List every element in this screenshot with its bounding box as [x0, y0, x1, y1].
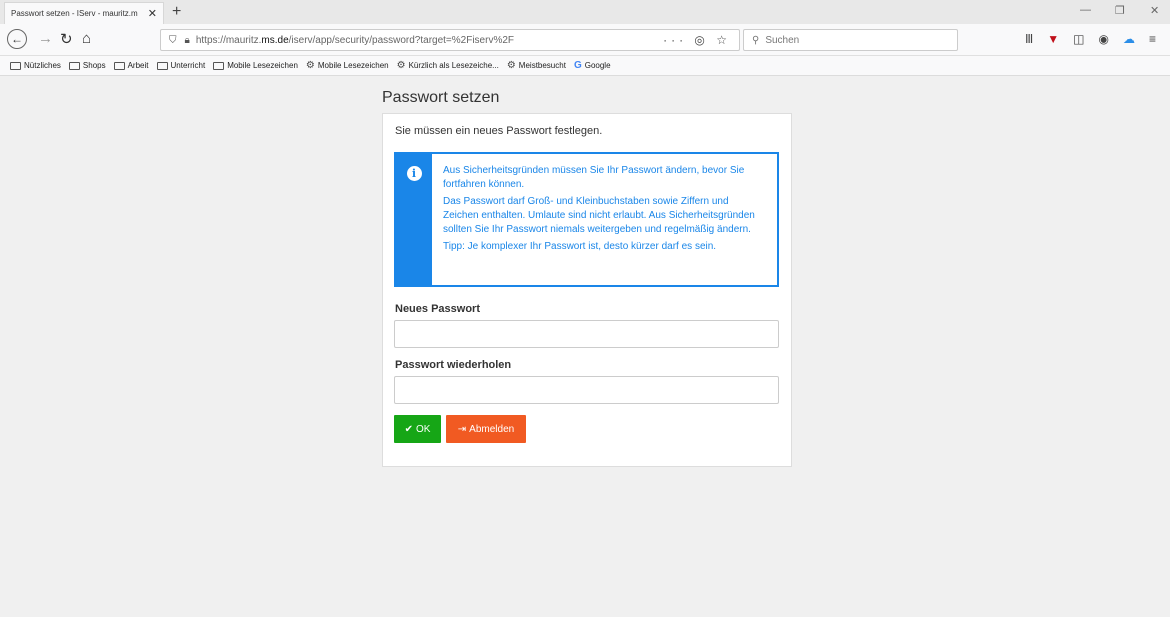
menu-icon[interactable]: ≡ — [1149, 32, 1156, 46]
alert-sidebar: i — [396, 154, 432, 285]
reload-button[interactable]: ↻ — [60, 30, 73, 48]
bookmark-nuetzliches[interactable]: Nützliches — [10, 61, 61, 70]
url-host: https://mauritz. — [195, 34, 262, 46]
close-tab-icon[interactable]: ✕ — [148, 7, 157, 20]
bookmark-label: Shops — [82, 61, 106, 70]
url-domain: ms.de — [261, 34, 289, 46]
bookmark-label: Arbeit — [127, 61, 149, 70]
restore-icon[interactable]: ❐ — [1115, 4, 1125, 17]
search-placeholder: Suchen — [765, 34, 800, 46]
repeat-password-label: Passwort wiederholen — [395, 359, 512, 371]
google-icon: G — [573, 60, 582, 71]
logout-label: Abmelden — [469, 423, 515, 435]
bookmark-shops[interactable]: Shops — [68, 61, 106, 70]
home-button[interactable]: ⌂ — [82, 30, 91, 47]
browser-tab[interactable]: Passwort setzen - IServ - mauritz.m ✕ — [4, 2, 164, 24]
checkmark-icon: ✔ — [404, 423, 413, 435]
cloud-icon[interactable]: ☁ — [1123, 32, 1135, 46]
folder-icon — [68, 61, 80, 70]
close-window-icon[interactable]: ✕ — [1150, 4, 1159, 17]
bookmark-arbeit[interactable]: Arbeit — [113, 61, 149, 70]
new-password-label: Neues Passwort — [395, 303, 480, 315]
alert-text-2: Das Passwort darf Groß- und Kleinbuchsta… — [443, 196, 755, 235]
ublock-icon[interactable]: ▼ — [1047, 32, 1059, 46]
bookmark-label: Google — [584, 61, 611, 70]
url-bar[interactable]: ⛉ 🔒︎ https://mauritz. ms.de/iserv/app/sec… — [160, 29, 740, 51]
alert-body: Aus Sicherheitsgründen müssen Sie Ihr Pa… — [432, 154, 777, 285]
password-card: Sie müssen ein neues Passwort festlegen.… — [382, 113, 792, 467]
tab-bar: Passwort setzen - IServ - mauritz.m ✕ + … — [0, 0, 1170, 24]
minimize-icon[interactable]: — — [1080, 4, 1091, 16]
lead-text: Sie müssen ein neues Passwort festlegen. — [395, 125, 603, 137]
ok-button[interactable]: ✔ OK — [394, 415, 441, 443]
library-icon[interactable]: Ⅲ — [1025, 32, 1033, 46]
bookmark-google[interactable]: G Google — [574, 60, 611, 71]
folder-icon — [10, 61, 21, 70]
bookmark-label: Nützliches — [24, 61, 61, 70]
navigation-bar: ← → ↻ ⌂ ⛉ 🔒︎ https://mauritz. ms.de/iserv… — [0, 24, 1170, 56]
folder-icon — [213, 61, 225, 70]
new-password-field[interactable] — [394, 320, 779, 348]
sign-out-icon: ⇥ — [457, 423, 467, 435]
url-path: /iserv/app/security/password?target=%2Fi… — [288, 34, 515, 46]
forward-button[interactable]: → — [38, 30, 53, 47]
bookmark-unterricht[interactable]: Unterricht — [156, 61, 206, 70]
gear-icon: ⚙ — [396, 60, 406, 71]
bookmark-most-visited[interactable]: ⚙ Meistbesucht — [507, 60, 566, 71]
bookmark-label: Mobile Lesezeichen — [227, 61, 298, 70]
info-alert: i Aus Sicherheitsgründen müssen Sie Ihr … — [394, 152, 779, 287]
gear-icon: ⚙ — [305, 60, 315, 71]
ok-label: OK — [415, 423, 431, 435]
account-icon[interactable]: ◉ — [1099, 32, 1109, 46]
lock-icon[interactable]: 🔒︎ — [185, 35, 190, 46]
sidebar-icon[interactable]: ◫ — [1073, 32, 1084, 46]
folder-icon — [156, 61, 168, 70]
logout-button[interactable]: ⇥ Abmelden — [446, 415, 526, 443]
bookmark-mobile[interactable]: ⚙ Mobile Lesezeichen — [306, 60, 389, 71]
page-actions[interactable]: ··· ◎ ☆ — [663, 33, 731, 47]
page-title: Passwort setzen — [382, 89, 500, 106]
bookmark-recent[interactable]: ⚙ Kürzlich als Lesezeiche... — [397, 60, 499, 71]
bookmark-label: Mobile Lesezeichen — [317, 61, 389, 70]
toolbar-icons: Ⅲ ▼ ◫ ◉ ☁ ≡ — [1025, 32, 1156, 46]
search-box[interactable]: ⚲ Suchen — [743, 29, 958, 51]
new-tab-button[interactable]: + — [172, 3, 181, 21]
bookmark-mobile-folder[interactable]: Mobile Lesezeichen — [213, 61, 298, 70]
folder-icon — [113, 61, 125, 70]
alert-text-3: Tipp: Je komplexer Ihr Passwort ist, des… — [443, 241, 717, 252]
alert-text-1: Aus Sicherheitsgründen müssen Sie Ihr Pa… — [443, 165, 745, 190]
tab-title: Passwort setzen - IServ - mauritz.m — [11, 9, 138, 18]
repeat-password-field[interactable] — [394, 376, 779, 404]
bookmark-label: Kürzlich als Lesezeiche... — [408, 61, 499, 70]
info-icon: i — [406, 166, 422, 181]
bookmark-label: Unterricht — [170, 61, 206, 70]
page-content: Passwort setzen Sie müssen ein neues Pas… — [7, 77, 1162, 617]
search-icon: ⚲ — [752, 34, 760, 46]
back-button[interactable]: ← — [7, 29, 27, 49]
bookmark-label: Meistbesucht — [518, 61, 566, 70]
bookmarks-bar: Nützliches Shops Arbeit Unterricht Mobil… — [0, 56, 1170, 76]
gear-icon: ⚙ — [506, 60, 516, 71]
tracking-shield-icon[interactable]: ⛉ — [169, 35, 177, 46]
